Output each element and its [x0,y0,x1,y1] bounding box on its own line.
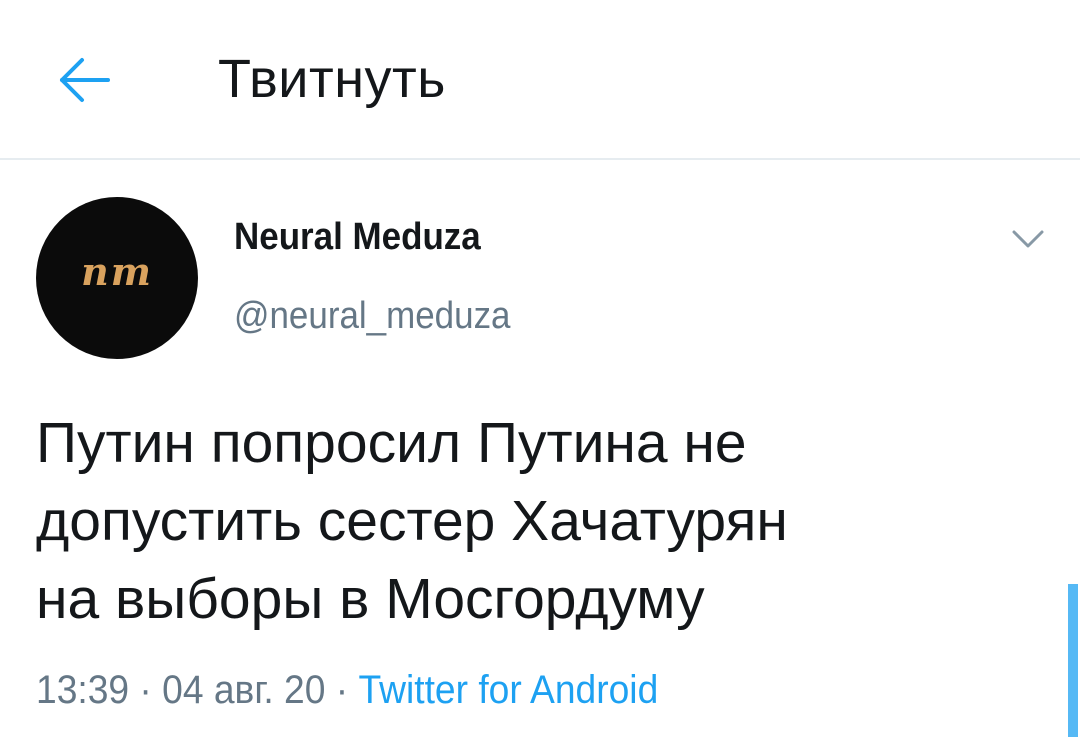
arrow-left-icon [60,58,110,102]
tweet-date: 04 авг. 20 [162,668,326,712]
tweet-source-link[interactable]: Twitter for Android [358,668,658,712]
page-title: Твитнуть [218,49,446,109]
tweet-text: Путин попросил Путина не допустить сесте… [36,404,1046,638]
back-button[interactable] [52,50,116,110]
chevron-down-icon [1012,230,1044,248]
tweet-meta: 13:39 · 04 авг. 20 · Twitter for Android [36,668,658,713]
tweet-time: 13:39 [36,668,130,712]
author-display-name[interactable]: Neural Meduza [234,216,481,259]
tweet-text-line: Путин попросил Путина не [36,411,747,475]
meta-separator: · [325,668,359,712]
tweet-text-line: на выборы в Мосгордуму [36,567,705,631]
scrollbar[interactable] [1068,584,1078,737]
meta-separator: · [129,668,163,712]
author-handle[interactable]: @neural_meduza [234,295,510,338]
avatar[interactable]: nm [36,197,198,359]
tweet-text-line: допустить сестер Хачатурян [36,489,788,553]
top-bar: Твитнуть [0,0,1080,160]
avatar-logo: nm [81,249,153,294]
tweet-menu-button[interactable] [1008,224,1048,254]
